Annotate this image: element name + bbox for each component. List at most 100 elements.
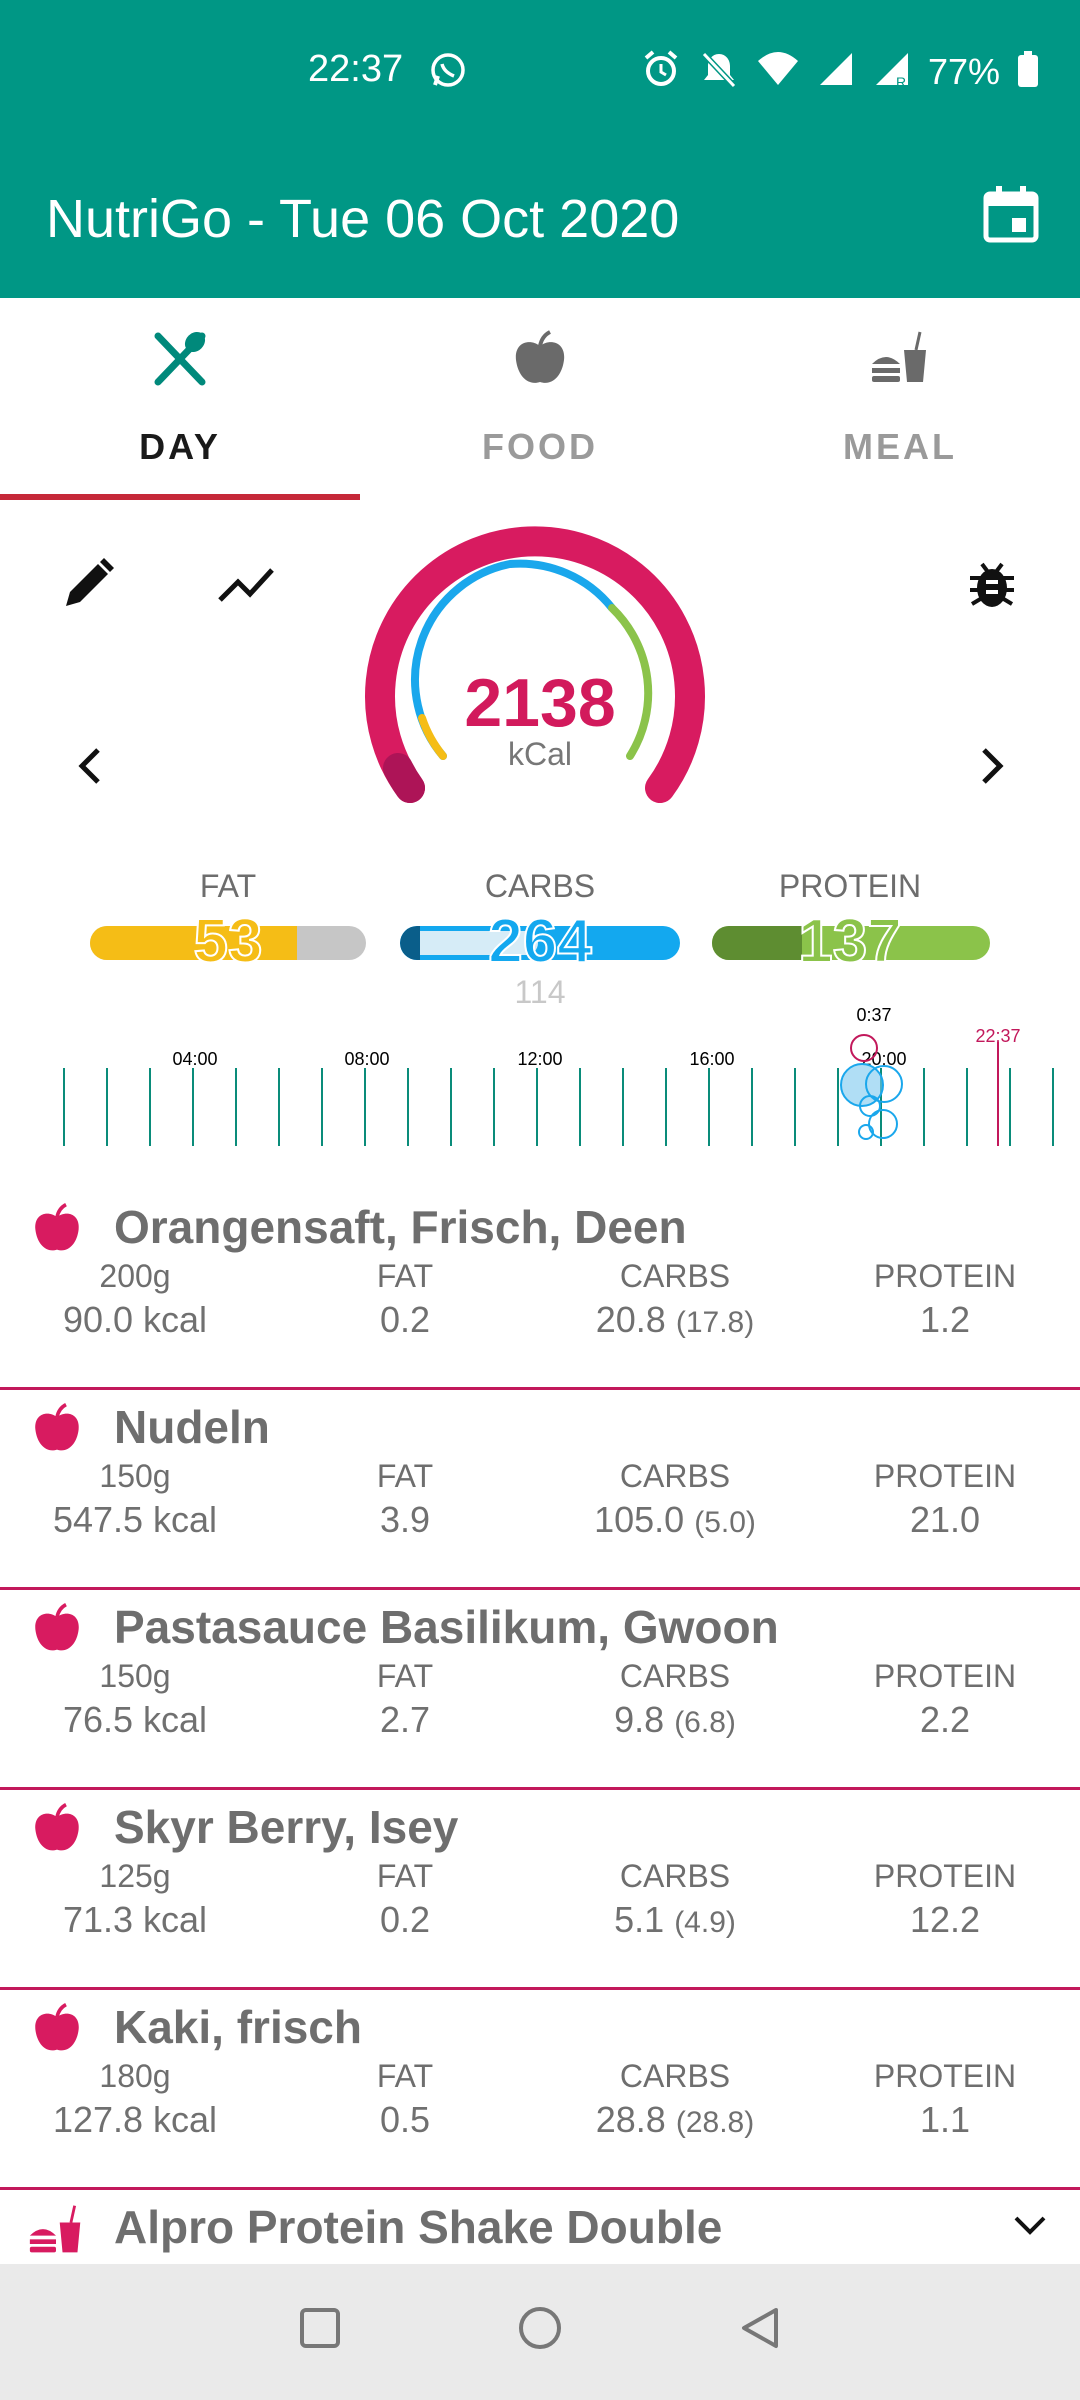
carbs-column: CARBS 5.1 (4.9): [535, 1858, 815, 1941]
list-item[interactable]: Kaki, frisch 180g 127.8 kcal FAT 0.5 CARBS…: [0, 1990, 1080, 2190]
carbs-column: CARBS 9.8 (6.8): [535, 1658, 815, 1741]
fat-value: 0.2: [379, 1899, 431, 1940]
list-item[interactable]: Nudeln 150g 547.5 kcal FAT 3.9 CARBS 105.0 …: [0, 1390, 1080, 1590]
protein-value: 137: [797, 906, 902, 977]
sugar-value: (4.9): [674, 1906, 736, 1939]
amount: 150g: [99, 1658, 171, 1694]
carbs-value: 28.8: [595, 2099, 666, 2140]
page-title: NutriGo - Tue 06 Oct 2020: [46, 189, 680, 249]
protein-header: PROTEIN: [873, 1458, 1017, 1494]
carbs-column: CARBS 105.0 (5.0): [535, 1458, 815, 1541]
fat-column: FAT 2.7: [330, 1658, 480, 1741]
fat-header: FAT: [376, 1858, 434, 1894]
fat-value: 0.5: [379, 2099, 431, 2140]
tab-day[interactable]: DAY: [0, 298, 360, 500]
tab-meal[interactable]: MEAL: [720, 298, 1080, 500]
trend-chart-icon[interactable]: [216, 562, 276, 611]
apple-icon: [30, 1600, 84, 1661]
fat-column: FAT 0.5: [330, 2058, 480, 2141]
calendar-icon[interactable]: [982, 184, 1040, 249]
fork-knife-icon: [150, 328, 210, 388]
carbs-header: CARBS: [619, 1258, 731, 1294]
amount: 125g: [99, 1858, 171, 1894]
system-nav-bar: [0, 2264, 1080, 2400]
protein-value: 21.0: [909, 1499, 981, 1540]
amount-column: 150g 76.5 kcal: [30, 1658, 240, 1741]
whatsapp-icon: [428, 50, 468, 95]
kcal: 547.5 kcal: [52, 1499, 218, 1540]
list-item[interactable]: Orangensaft, Frisch, Deen 200g 90.0 kcal …: [0, 1190, 1080, 1390]
food-list: Orangensaft, Frisch, Deen 200g 90.0 kcal …: [0, 1190, 1080, 2286]
protein-header: PROTEIN: [873, 1858, 1017, 1894]
fat-column: FAT 0.2: [330, 1858, 480, 1941]
mute-icon: [698, 48, 740, 95]
signal-roaming-icon: R: [872, 49, 912, 94]
protein-value: 2.2: [919, 1699, 971, 1740]
chevron-down-icon[interactable]: [1010, 2210, 1050, 2245]
tab-food[interactable]: FOOD: [360, 298, 720, 500]
amount: 200g: [99, 1258, 171, 1294]
fat-header: FAT: [376, 1458, 434, 1494]
protein-header: PROTEIN: [873, 2058, 1017, 2094]
marker-label: 0:37: [856, 1005, 891, 1025]
protein-column: PROTEIN 1.1: [860, 2058, 1030, 2141]
protein-column: PROTEIN 21.0: [860, 1458, 1030, 1541]
edit-icon[interactable]: [60, 556, 116, 617]
carbs-column: CARBS 28.8 (28.8): [535, 2058, 815, 2141]
protein-value: 1.1: [919, 2099, 971, 2140]
fat-column: FAT 0.2: [330, 1258, 480, 1341]
back-button[interactable]: [736, 2304, 784, 2357]
meal-timeline: 04:00 08:00 12:00 16:00 20:00 0:37 22:37: [0, 1000, 1080, 1160]
macro-summary: FAT CARBS PROTEIN 53 264 137 114: [0, 862, 1080, 1012]
apple-icon: [30, 2000, 84, 2061]
fat-header: FAT: [376, 1258, 434, 1294]
fat-value: 53: [193, 906, 264, 977]
alarm-icon: [640, 48, 682, 95]
next-day-button[interactable]: [972, 744, 1012, 793]
calorie-gauge-area: 2138 kCal: [0, 500, 1080, 830]
protein-value: 1.2: [919, 1299, 971, 1340]
apple-icon: [30, 1200, 84, 1261]
fat-label: FAT: [199, 868, 257, 904]
app-header: 22:37 R 77% NutriGo - Tue 06 Oct 2020: [0, 0, 1080, 298]
carbs-header: CARBS: [619, 2058, 731, 2094]
kcal: 76.5 kcal: [62, 1699, 208, 1740]
fat-value: 0.2: [379, 1299, 431, 1340]
food-name: Skyr Berry, Isey: [114, 1801, 459, 1853]
carbs-header: CARBS: [619, 1858, 731, 1894]
fat-column: FAT 3.9: [330, 1458, 480, 1541]
bug-icon[interactable]: [964, 556, 1020, 617]
protein-column: PROTEIN 1.2: [860, 1258, 1030, 1341]
meal-name: Alpro Protein Shake Double: [114, 2201, 723, 2253]
wifi-icon: [756, 49, 800, 94]
fat-header: FAT: [376, 2058, 434, 2094]
tick-label: 12:00: [517, 1049, 562, 1069]
tab-food-label: FOOD: [482, 426, 598, 467]
protein-column: PROTEIN 2.2: [860, 1658, 1030, 1741]
carbs-column: CARBS 20.8 (17.8): [535, 1258, 815, 1341]
carbs-value: 105.0: [594, 1499, 685, 1540]
tick-label: 16:00: [689, 1049, 734, 1069]
recents-button[interactable]: [298, 2306, 342, 2355]
fat-value: 3.9: [379, 1499, 431, 1540]
tab-meal-label: MEAL: [843, 426, 957, 467]
list-item[interactable]: Skyr Berry, Isey 125g 71.3 kcal FAT 0.2 CA…: [0, 1790, 1080, 1990]
amount: 150g: [99, 1458, 171, 1494]
sugar-value: (17.8): [675, 1306, 755, 1339]
list-item[interactable]: Pastasauce Basilikum, Gwoon 150g 76.5 kca…: [0, 1590, 1080, 1790]
fat-value: 2.7: [379, 1699, 431, 1740]
home-button[interactable]: [516, 2304, 564, 2357]
previous-day-button[interactable]: [70, 744, 110, 793]
tick-label: 04:00: [172, 1049, 217, 1069]
kcal: 90.0 kcal: [62, 1299, 208, 1340]
amount: 180g: [99, 2058, 171, 2094]
sugar-value: (6.8): [674, 1706, 736, 1739]
tab-bar: DAY FOOD MEAL: [0, 298, 1080, 500]
food-name: Kaki, frisch: [114, 2001, 362, 2053]
protein-header: PROTEIN: [873, 1658, 1017, 1694]
apple-icon: [510, 328, 570, 388]
burger-drink-icon: [26, 2202, 86, 2263]
svg-text:R: R: [896, 74, 906, 89]
apple-icon: [30, 1800, 84, 1861]
carbs-label: CARBS: [484, 868, 596, 904]
